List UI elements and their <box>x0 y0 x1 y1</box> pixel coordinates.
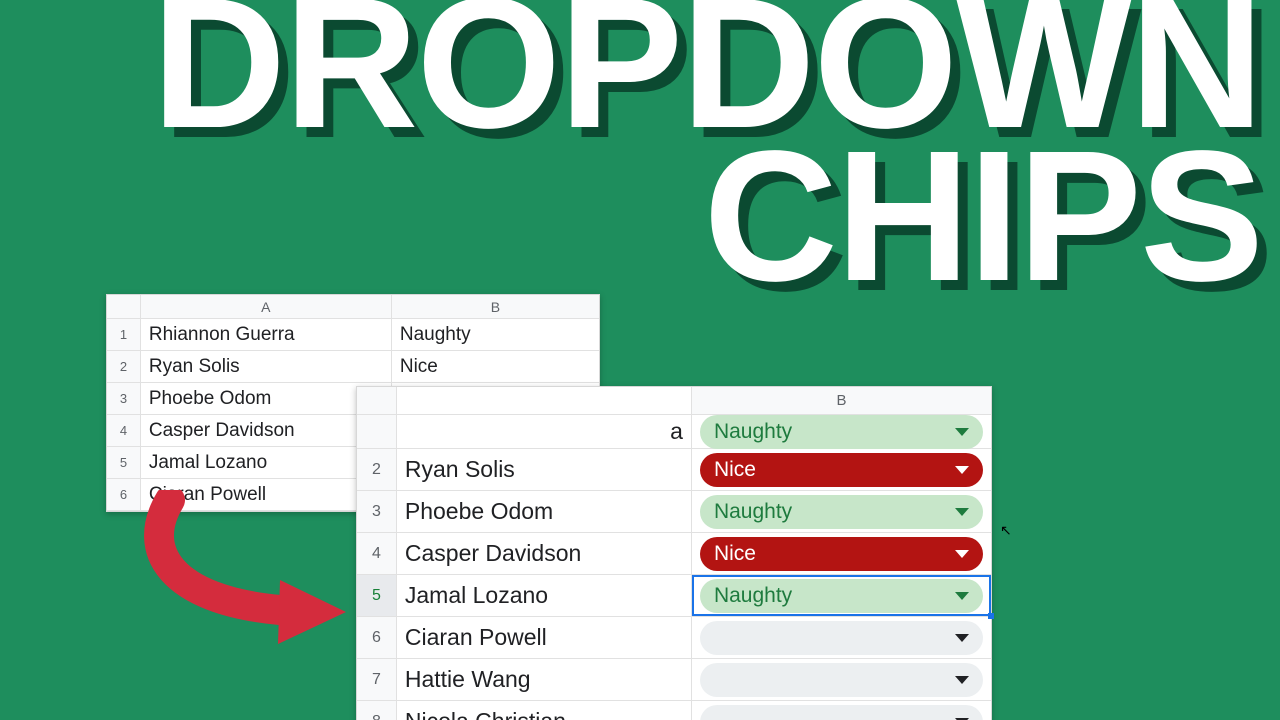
cell-name[interactable]: Jamal Lozano <box>397 575 692 617</box>
dropdown-chip[interactable]: Naughty <box>700 579 983 613</box>
cell-name[interactable]: Casper Davidson <box>397 533 692 575</box>
cell-name[interactable]: Hattie Wang <box>397 659 692 701</box>
cell-name[interactable]: Phoebe Odom <box>397 491 692 533</box>
cell-status[interactable]: Naughty <box>392 319 599 351</box>
chevron-down-icon <box>955 508 969 516</box>
table-row: 3 Phoebe Odom Naughty <box>357 491 991 533</box>
row-number[interactable]: 1 <box>107 319 141 351</box>
cell-chip-selected[interactable]: Naughty <box>692 575 991 617</box>
dropdown-chip[interactable]: Naughty <box>700 415 983 449</box>
cell-name[interactable]: Ryan Solis <box>397 449 692 491</box>
cell-chip[interactable]: Naughty <box>692 491 991 533</box>
mouse-cursor-icon: ↖ <box>1000 522 1010 536</box>
chevron-down-icon <box>955 466 969 474</box>
table-row: 2 Ryan Solis Nice <box>357 449 991 491</box>
cell-chip[interactable]: Naughty <box>692 415 991 449</box>
chevron-down-icon <box>955 676 969 684</box>
cell-name-fragment[interactable]: a <box>397 415 692 449</box>
column-header-A[interactable]: A <box>141 295 392 319</box>
dropdown-chip-empty[interactable] <box>700 663 983 697</box>
row-number[interactable]: 8 <box>357 701 397 720</box>
chip-label: Naughty <box>714 420 792 444</box>
table-row: 5 Jamal Lozano Naughty <box>357 575 991 617</box>
table-row: 7 Hattie Wang <box>357 659 991 701</box>
select-all-corner[interactable] <box>107 295 141 319</box>
cell-chip[interactable] <box>692 617 991 659</box>
cell-chip[interactable]: Nice <box>692 533 991 575</box>
column-header-B[interactable]: B <box>392 295 599 319</box>
select-all-corner[interactable] <box>357 387 397 415</box>
table-row: 2 Ryan Solis Nice <box>107 351 599 383</box>
curved-arrow-icon <box>130 490 366 650</box>
dropdown-chip-empty[interactable] <box>700 621 983 655</box>
table-row: 4 Casper Davidson Nice <box>357 533 991 575</box>
cell-status[interactable]: Nice <box>392 351 599 383</box>
chevron-down-icon <box>955 592 969 600</box>
chevron-down-icon <box>955 550 969 558</box>
row-number[interactable]: 2 <box>357 449 397 491</box>
table-row: 8 Nicola Christian <box>357 701 991 720</box>
column-header-B[interactable]: B <box>692 387 991 415</box>
dropdown-chip[interactable]: Naughty <box>700 495 983 529</box>
cell-chip[interactable] <box>692 701 991 720</box>
row-number[interactable]: 3 <box>107 383 141 415</box>
cell-name[interactable]: Casper Davidson <box>141 415 392 447</box>
chip-label: Nice <box>714 458 756 482</box>
cell-chip[interactable] <box>692 659 991 701</box>
cell-name[interactable]: Ciaran Powell <box>397 617 692 659</box>
chevron-down-icon <box>955 634 969 642</box>
table-row: 6 Ciaran Powell <box>357 617 991 659</box>
cell-chip[interactable]: Nice <box>692 449 991 491</box>
chip-label: Naughty <box>714 584 792 608</box>
row-number[interactable]: 7 <box>357 659 397 701</box>
cell-name[interactable]: Jamal Lozano <box>141 447 392 479</box>
row-number[interactable]: 4 <box>107 415 141 447</box>
cell-name[interactable]: Phoebe Odom <box>141 383 392 415</box>
chevron-down-icon <box>955 428 969 436</box>
cell-name[interactable]: Nicola Christian <box>397 701 692 720</box>
column-header-A-blank[interactable] <box>397 387 692 415</box>
row-number[interactable] <box>357 415 397 449</box>
row-number[interactable]: 2 <box>107 351 141 383</box>
chip-label: Naughty <box>714 500 792 524</box>
row-number[interactable]: 5 <box>107 447 141 479</box>
cell-name[interactable]: Ryan Solis <box>141 351 392 383</box>
dropdown-chip[interactable]: Nice <box>700 537 983 571</box>
cell-name[interactable]: Rhiannon Guerra <box>141 319 392 351</box>
table-row: a Naughty <box>357 415 991 449</box>
chip-label: Nice <box>714 542 756 566</box>
dropdown-chip[interactable]: Nice <box>700 453 983 487</box>
headline: DROPDOWN CHIPS <box>152 0 1262 305</box>
dropdown-chip-empty[interactable] <box>700 705 983 720</box>
table-row: 1 Rhiannon Guerra Naughty <box>107 319 599 351</box>
dest-spreadsheet[interactable]: B a Naughty 2 Ryan Solis Nice 3 Phoebe O… <box>356 386 992 720</box>
